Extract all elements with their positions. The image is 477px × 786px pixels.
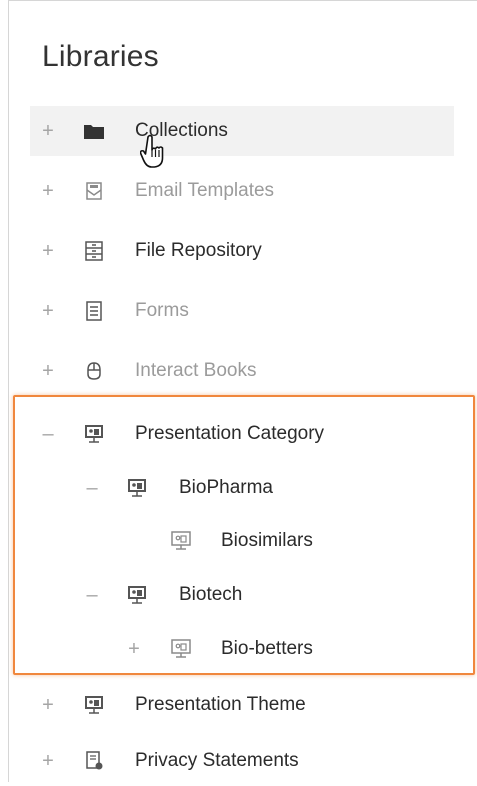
selection-highlight [13, 395, 475, 675]
expand-toggle[interactable]: + [40, 751, 56, 771]
tree-item-presentation-theme[interactable]: + Presentation Theme [30, 680, 454, 730]
tree-item-interact-books[interactable]: + Interact Books [30, 346, 454, 396]
tree-item-label: Interact Books [135, 360, 257, 381]
folder-icon [84, 125, 104, 139]
expand-toggle[interactable]: + [40, 181, 56, 201]
panel-title: Libraries [42, 40, 159, 73]
libraries-panel: Libraries + Collections + Email Template… [0, 0, 477, 782]
tree-item-file-repository[interactable]: + File Repository [30, 226, 454, 276]
hand-pointer-cursor-icon [140, 134, 164, 168]
privacy-statement-icon [86, 751, 103, 770]
presentation-icon [85, 696, 103, 714]
forms-icon [86, 301, 102, 321]
tree-item-forms[interactable]: + Forms [30, 286, 454, 336]
expand-toggle[interactable]: + [40, 121, 56, 141]
tree-item-label: Email Templates [135, 180, 275, 201]
expand-toggle[interactable]: + [40, 361, 56, 381]
tree-item-label: Privacy Statements [135, 750, 299, 771]
interact-books-icon [87, 362, 101, 380]
expand-toggle[interactable]: + [40, 241, 56, 261]
tree-item-privacy-statements[interactable]: + Privacy Statements [30, 736, 454, 786]
tree-item-email-templates[interactable]: + Email Templates [30, 166, 454, 216]
panel-left-border [8, 0, 9, 782]
tree-item-label: Forms [135, 300, 189, 321]
tree-item-collections[interactable]: + Collections [30, 106, 454, 156]
tree-item-label: File Repository [135, 240, 262, 261]
email-template-icon [86, 182, 102, 200]
expand-toggle[interactable]: + [40, 695, 56, 715]
expand-toggle[interactable]: + [40, 301, 56, 321]
panel-top-border [8, 0, 477, 1]
file-repository-icon [85, 241, 103, 261]
tree-item-label: Presentation Theme [135, 694, 306, 715]
